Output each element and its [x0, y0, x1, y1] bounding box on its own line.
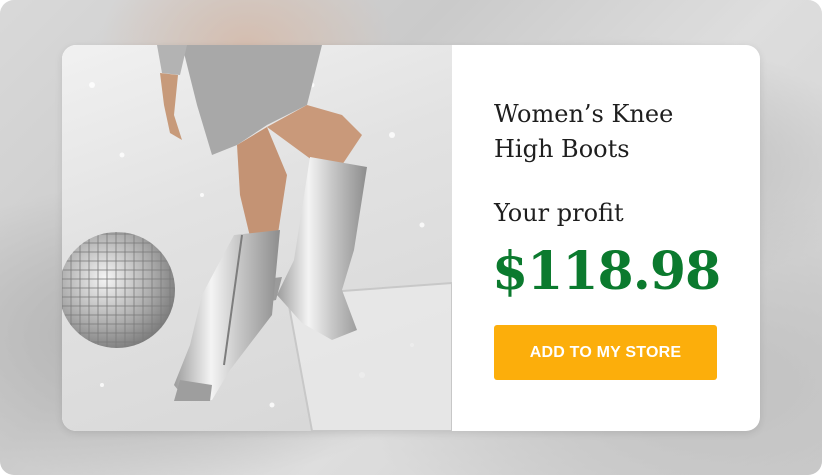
profit-label: Your profit — [494, 199, 624, 227]
product-title-line-2: High Boots — [494, 135, 630, 163]
product-info-panel: Women’s Knee High Boots Your profit $118… — [452, 45, 760, 431]
boots-photo-illustration — [62, 45, 452, 431]
product-title-line-1: Women’s Knee — [494, 100, 674, 128]
add-to-store-button[interactable]: ADD TO MY STORE — [494, 325, 717, 380]
product-image[interactable] — [62, 45, 452, 431]
product-card: Women’s Knee High Boots Your profit $118… — [62, 45, 760, 431]
product-title: Women’s Knee High Boots — [494, 97, 734, 167]
profit-price: $118.98 — [492, 241, 721, 302]
